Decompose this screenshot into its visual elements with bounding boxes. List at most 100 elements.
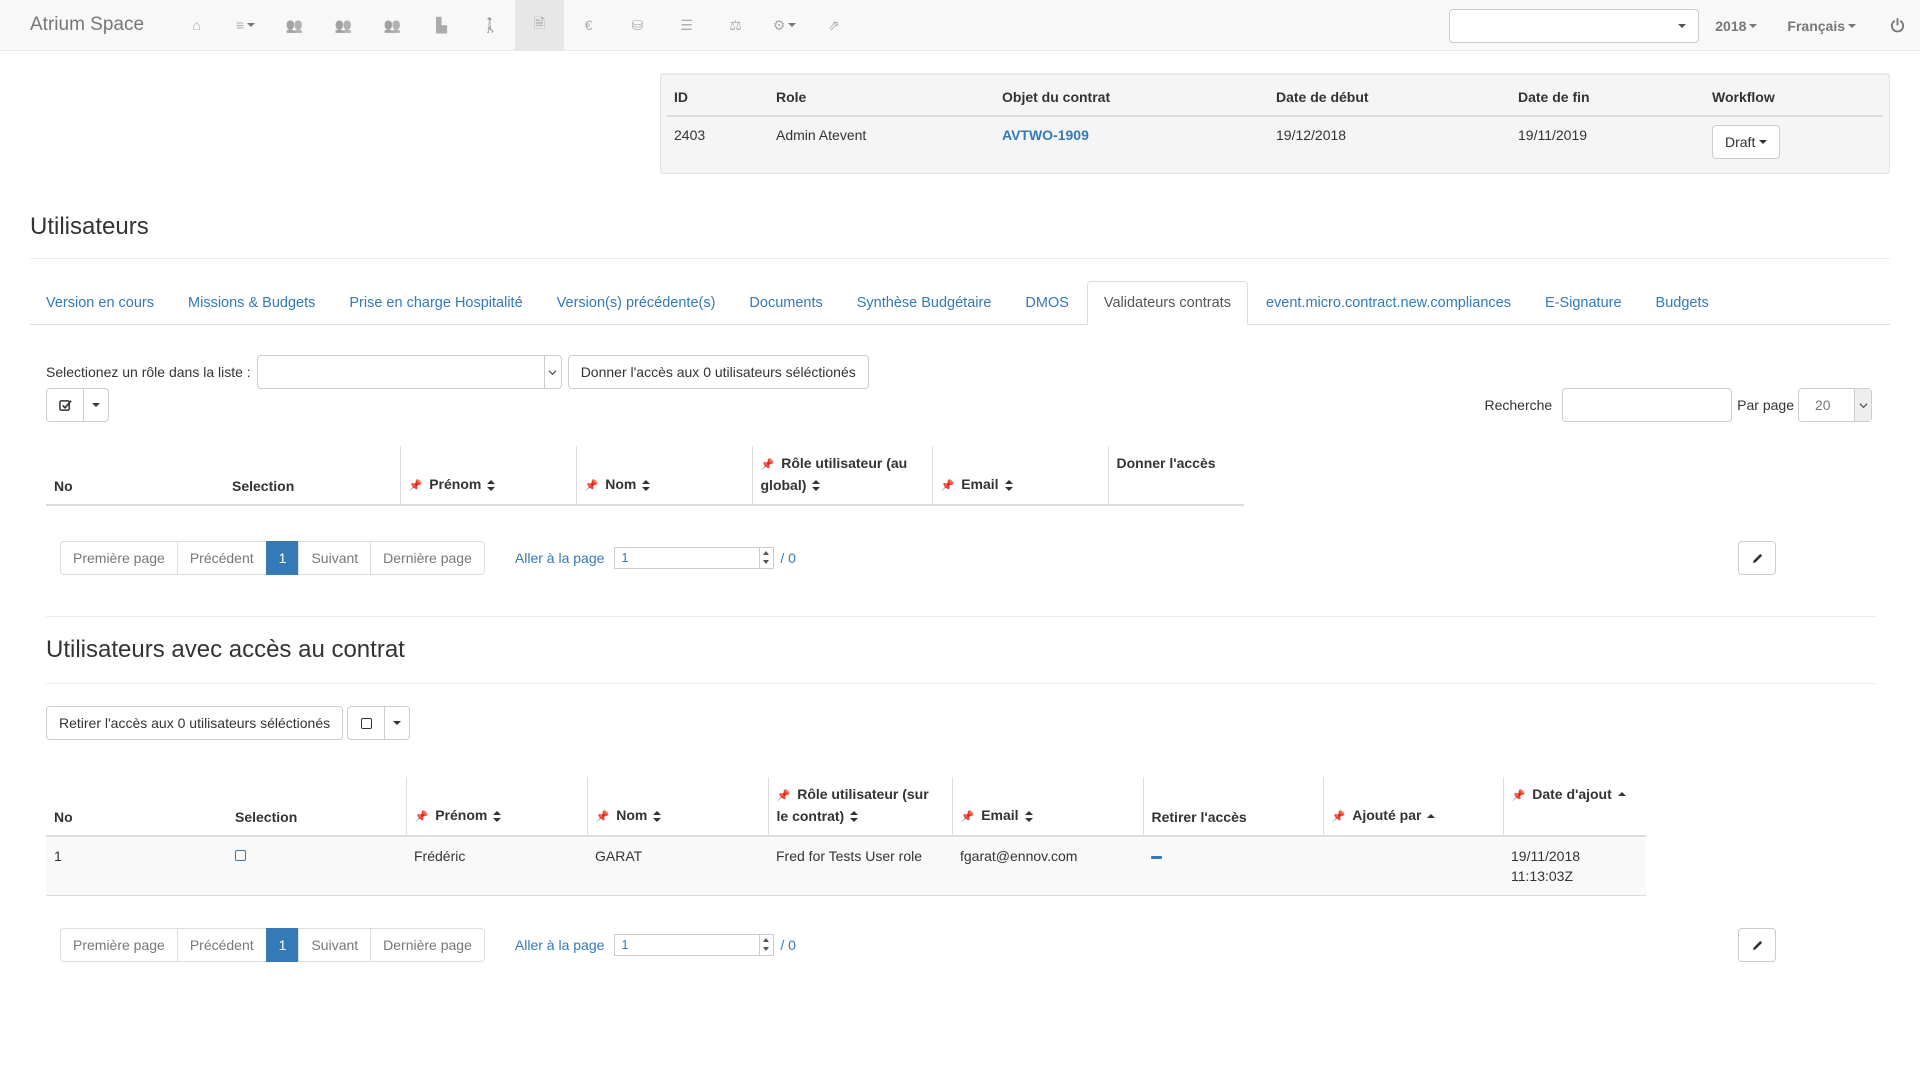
- select-all-button-2[interactable]: [347, 706, 386, 740]
- nav-item-list-menu[interactable]: ≡: [221, 0, 270, 51]
- select-options-dropdown[interactable]: [83, 388, 109, 422]
- spin-down-icon[interactable]: [760, 558, 773, 568]
- nav-item-bar-chart[interactable]: ▙: [417, 0, 466, 51]
- sort-asc-icon: [1427, 807, 1436, 827]
- col-object: Objet du contrat: [995, 78, 1269, 117]
- checkbox-icon[interactable]: [235, 850, 246, 862]
- th-email-2-label: Email: [981, 807, 1019, 824]
- tab-missions-budgets[interactable]: Missions & Budgets: [172, 282, 331, 324]
- previous-page-button[interactable]: Précédent: [176, 541, 267, 575]
- sort-icon: [812, 476, 821, 496]
- section-title-divider: [46, 683, 1876, 684]
- tab-synth-se-budg-taire[interactable]: Synthèse Budgétaire: [841, 282, 1008, 324]
- th-added-on[interactable]: 📌 Date d'ajout: [1502, 777, 1646, 838]
- last-page-button[interactable]: Dernière page: [370, 928, 485, 962]
- first-page-button[interactable]: Première page: [60, 541, 178, 575]
- role-select-label: Selectionez un rôle dans la liste :: [46, 364, 251, 380]
- edit-button-bottom[interactable]: [1738, 928, 1776, 962]
- nav-item-document[interactable]: 🗎: [515, 0, 565, 51]
- th-email[interactable]: 📌 Email: [931, 446, 1108, 507]
- per-page-select[interactable]: 20: [1798, 388, 1872, 422]
- th-firstname[interactable]: 📌 Prénom: [399, 446, 576, 507]
- year-dropdown[interactable]: 2018: [1715, 18, 1775, 34]
- role-select[interactable]: [256, 355, 562, 389]
- tab-event-micro-contract-new-compliances[interactable]: event.micro.contract.new.compliances: [1250, 282, 1527, 324]
- nav-item-users[interactable]: 👥: [270, 0, 319, 51]
- search-input[interactable]: [1562, 388, 1733, 422]
- th-lastname[interactable]: 📌 Nom: [575, 446, 752, 507]
- nav-item-list[interactable]: ☰: [662, 0, 711, 51]
- number-spinner[interactable]: [759, 935, 773, 955]
- th-role[interactable]: 📌 Rôle utilisateur (au global): [751, 446, 932, 507]
- th-firstname-2[interactable]: 📌 Prénom: [405, 777, 587, 838]
- number-spinner[interactable]: [759, 548, 773, 568]
- language-dropdown[interactable]: Français: [1775, 18, 1874, 34]
- sort-icon: [642, 476, 651, 496]
- chevron-down-icon: [1678, 23, 1687, 28]
- contract-summary-table: ID Role Objet du contrat Date de début D…: [667, 78, 1883, 169]
- logout-button[interactable]: [1874, 0, 1920, 51]
- database-icon: ⛁: [631, 16, 644, 33]
- minus-icon[interactable]: [1151, 856, 1162, 860]
- nav-item-users-team[interactable]: 👥: [368, 0, 417, 51]
- nav-item-euro[interactable]: €: [564, 0, 613, 51]
- tab-validateurs-contrats[interactable]: Validateurs contrats: [1086, 281, 1248, 325]
- pin-icon: 📌: [408, 480, 423, 493]
- list-menu-icon: ≡: [235, 17, 245, 33]
- grant-access-button[interactable]: Donner l'accès aux 0 utilisateurs séléct…: [567, 355, 869, 389]
- nav-item-database[interactable]: ⛁: [613, 0, 662, 51]
- first-page-button[interactable]: Première page: [60, 928, 178, 962]
- chevron-down-icon: [1854, 389, 1871, 421]
- tab-prise-en-charge-hospitalit[interactable]: Prise en charge Hospitalité: [333, 282, 538, 324]
- tab-budgets[interactable]: Budgets: [1640, 282, 1725, 324]
- total-pages: / 0: [780, 937, 796, 953]
- table-row: 1 Frédéric GARAT Fred for Tests User role fg…: [46, 836, 1646, 897]
- nav-item-scale[interactable]: ⚖: [711, 0, 760, 51]
- goto-page-input[interactable]: 1: [614, 547, 775, 569]
- tab-dmos[interactable]: DMOS: [1009, 282, 1085, 324]
- current-page-button[interactable]: 1: [265, 928, 300, 962]
- language-label: Français: [1787, 17, 1845, 34]
- tab-documents[interactable]: Documents: [733, 282, 838, 324]
- nav-item-share[interactable]: ⇗: [809, 0, 858, 51]
- spin-up-icon[interactable]: [760, 548, 773, 558]
- goto-page-label[interactable]: Aller à la page: [515, 937, 605, 953]
- nav-icon-bar: ⌂ ≡ 👥 👥 👥 ▙ 🚶 🗎 € ⛁ ☰ ⚖ ⚙ ⇗: [172, 0, 858, 51]
- nav-item-users-group[interactable]: 👥: [319, 0, 368, 51]
- spin-down-icon[interactable]: [760, 945, 773, 955]
- users-icon: 👥: [285, 16, 304, 33]
- th-added-by[interactable]: 📌 Ajouté par: [1322, 777, 1503, 838]
- th-firstname-2-label: Prénom: [435, 807, 488, 824]
- th-lastname-2[interactable]: 📌 Nom: [586, 777, 768, 838]
- edit-button-top[interactable]: [1738, 541, 1776, 575]
- select-options-dropdown-2[interactable]: [384, 706, 411, 740]
- contract-start-date: 19/12/2018: [1276, 127, 1347, 143]
- nav-item-settings[interactable]: ⚙: [760, 0, 809, 51]
- last-page-button[interactable]: Dernière page: [370, 541, 485, 575]
- pin-icon: 📌: [776, 790, 791, 802]
- current-page-button[interactable]: 1: [265, 541, 300, 575]
- next-page-button[interactable]: Suivant: [298, 928, 372, 962]
- revoke-access-button[interactable]: Retirer l'accès aux 0 utilisateurs séléc…: [46, 706, 344, 740]
- nav-item-home[interactable]: ⌂: [172, 0, 221, 51]
- brand-logo[interactable]: Atrium Space: [0, 14, 172, 36]
- spin-up-icon[interactable]: [760, 935, 773, 945]
- nav-item-person[interactable]: 🚶: [466, 0, 515, 51]
- contract-object-link[interactable]: AVTWO-1909: [1002, 127, 1089, 143]
- goto-page-input[interactable]: 1: [614, 934, 775, 956]
- select-all-button[interactable]: [46, 388, 84, 422]
- cell-email: fgarat@ennov.com: [952, 836, 1143, 897]
- tab-e-signature[interactable]: E-Signature: [1529, 282, 1638, 324]
- workflow-dropdown-button[interactable]: Draft: [1712, 125, 1781, 159]
- tab-version-en-cours[interactable]: Version en cours: [30, 282, 170, 324]
- navbar-search-select[interactable]: [1449, 8, 1700, 43]
- tab-version-s-pr-c-dente-s[interactable]: Version(s) précédente(s): [541, 282, 732, 324]
- th-role-2[interactable]: 📌 Rôle utilisateur (sur le contrat): [767, 777, 952, 838]
- caret-down-icon: [1848, 23, 1856, 28]
- next-page-button[interactable]: Suivant: [298, 541, 372, 575]
- year-label: 2018: [1715, 17, 1747, 34]
- caret-down-icon: [1759, 140, 1768, 144]
- goto-page-label[interactable]: Aller à la page: [515, 550, 605, 566]
- th-email-2[interactable]: 📌 Email: [951, 777, 1143, 838]
- previous-page-button[interactable]: Précédent: [176, 928, 267, 962]
